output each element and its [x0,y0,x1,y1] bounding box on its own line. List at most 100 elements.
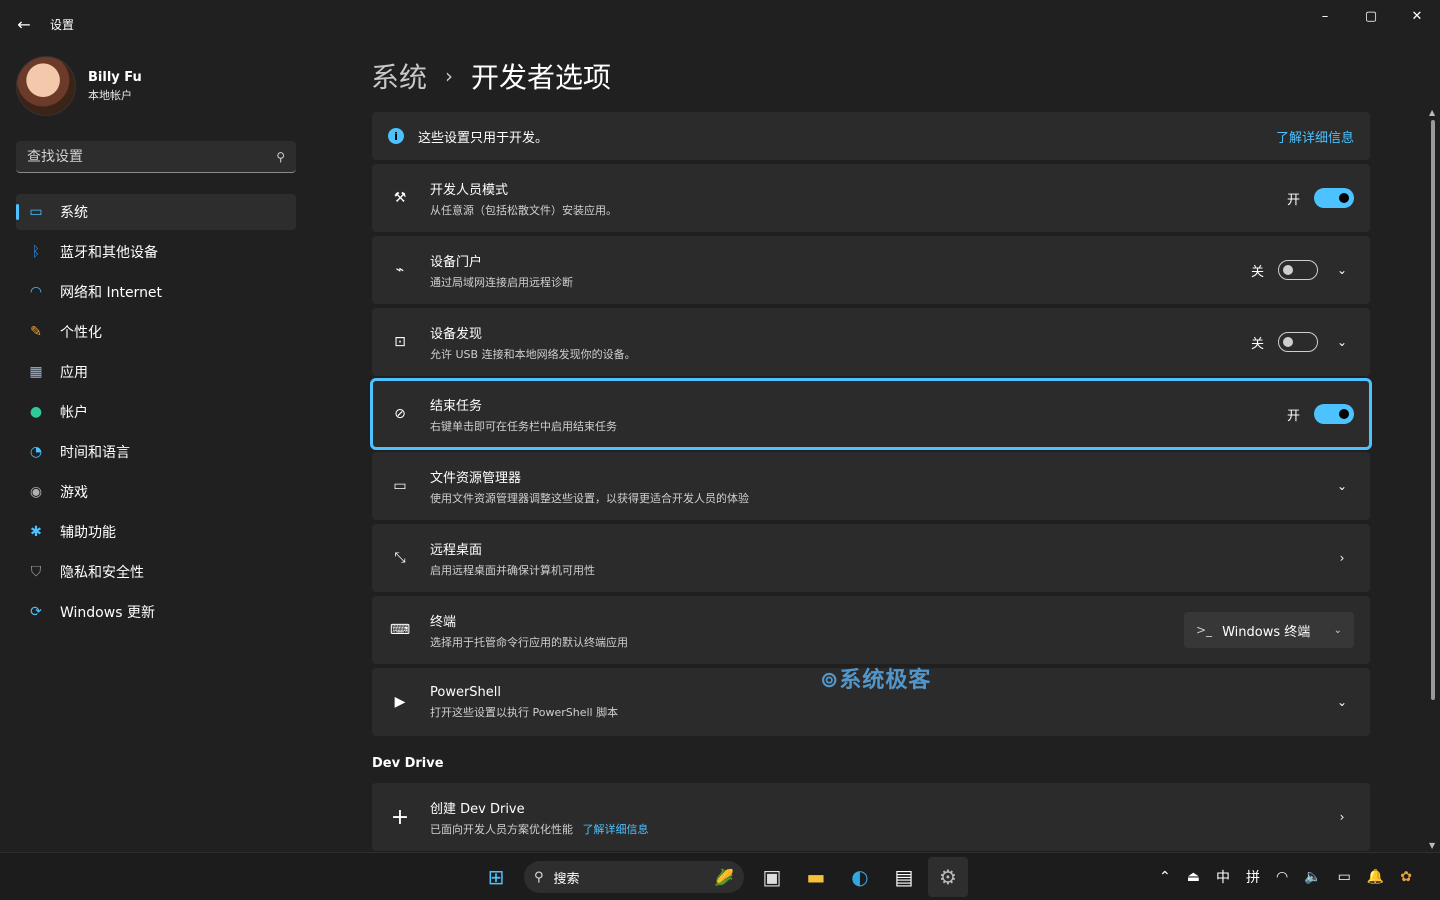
card-title: 开发人员模式 [430,182,509,198]
search-input[interactable] [27,148,277,165]
chevron-down-icon[interactable]: ⌄ [1330,258,1354,282]
card-desc: 启用远程桌面并确保计算机可用性 [430,563,595,577]
chevron-right-icon: › [1339,810,1345,824]
setting-card[interactable]: ⌁ 设备门户 通过局域网连接启用远程诊断 关 ⌄ [372,236,1370,304]
apps-icon: ▦ [29,364,43,380]
terminal-app-icon: >_ [1196,623,1213,637]
file-explorer-icon[interactable]: ▬ [796,857,836,897]
user-profile[interactable]: Billy Fu 本地帐户 [16,56,142,116]
card-title: 远程桌面 [430,542,483,558]
sidebar-item-8[interactable]: ✱ 辅助功能 [16,514,296,550]
usb-icon[interactable]: ⏏ [1187,869,1200,885]
sidebar-item-label: 应用 [60,365,88,381]
volume-icon[interactable]: 🔈 [1304,869,1321,885]
chevron-down-icon[interactable]: ⌄ [1330,690,1354,714]
chevron-down-icon[interactable]: ⌄ [1330,330,1354,354]
accessibility-icon: ✱ [30,524,42,540]
terminal-dropdown[interactable]: >_ Windows 终端 ⌄ [1184,612,1354,648]
maximize-button[interactable]: ▢ [1348,0,1394,32]
toggle-state-label: 开 [1286,408,1300,424]
chevron-up-icon[interactable]: ⌃ [1159,869,1171,885]
sidebar-item-1[interactable]: ᛒ 蓝牙和其他设备 [16,234,296,270]
dev-drive-learn-more-link[interactable]: 了解详细信息 [583,823,649,836]
app-title: 设置 [50,18,75,32]
dev-tools-icon: ⚒ [393,190,407,206]
sidebar-item-0[interactable]: ▭ 系统 [16,194,296,230]
toggle-switch[interactable] [1314,188,1354,208]
settings-icon[interactable]: ⚙ [928,857,968,897]
plus-icon: + [390,804,410,830]
system-icon: ▭ [29,204,43,220]
scrollbar[interactable]: ▲ ▼ [1428,108,1438,850]
sidebar-item-4[interactable]: ▦ 应用 [16,354,296,390]
toggle-switch[interactable] [1278,260,1318,280]
card-desc: 打开这些设置以执行 PowerShell 脚本 [430,705,619,719]
back-button[interactable]: ← [10,10,38,38]
sidebar-item-5[interactable]: ● 帐户 [16,394,296,430]
sidebar-item-10[interactable]: ⟳ Windows 更新 [16,594,296,630]
copilot-icon[interactable]: ✿ [1400,869,1412,885]
ime-pinyin[interactable]: 拼 [1246,867,1260,887]
card-desc: 使用文件资源管理器调整这些设置，以获得更适合开发人员的体验 [430,491,749,505]
terminal-icon: ⌨ [389,622,411,638]
toggle-switch[interactable] [1278,332,1318,352]
info-text: 这些设置只用于开发。 [418,130,549,146]
sidebar-item-label: 游戏 [60,485,88,501]
toggle-state-label: 关 [1250,264,1264,280]
search-icon[interactable]: ⚲ [276,150,285,164]
setting-card[interactable]: ⤡ 远程桌面 启用远程桌面并确保计算机可用性 › [372,524,1370,592]
chevron-down-icon: ⌄ [1333,624,1342,636]
chevron-right-icon[interactable]: › [1330,546,1354,570]
sidebar-item-label: 隐私和安全性 [60,565,144,581]
breadcrumb-separator: › [445,64,454,88]
page-title: 开发者选项 [471,61,612,94]
sidebar-item-3[interactable]: ✎ 个性化 [16,314,296,350]
scroll-down-icon[interactable]: ▼ [1429,841,1435,850]
taskbar-search-label: 搜索 [553,871,580,887]
chevron-down-icon[interactable]: ⌄ [1330,474,1354,498]
scroll-thumb[interactable] [1431,120,1435,700]
ime-mode[interactable]: 中 [1216,867,1230,887]
start-icon[interactable]: ⊞ [476,857,516,897]
sidebar-item-9[interactable]: ⛉ 隐私和安全性 [16,554,296,590]
task-view-icon[interactable]: ▣ [752,857,792,897]
scroll-up-icon[interactable]: ▲ [1429,108,1435,117]
setting-card[interactable]: ⚒ 开发人员模式 从任意源（包括松散文件）安装应用。 开 [372,164,1370,232]
notification-bell-icon[interactable]: 🔔 [1367,869,1384,885]
wifi-icon: ◠ [29,284,43,300]
dropdown-value: Windows 终端 [1222,624,1311,640]
clock-globe-icon: ◔ [29,444,43,460]
search-highlight-icon: 🌽 [714,867,734,887]
setting-card[interactable]: ▭ 文件资源管理器 使用文件资源管理器调整这些设置，以获得更适合开发人员的体验 ⌄ [372,452,1370,520]
card-title: 创建 Dev Drive [430,801,525,817]
dev-drive-section-title: Dev Drive [372,756,444,771]
minimize-button[interactable]: – [1302,0,1348,32]
learn-more-link[interactable]: 了解详细信息 [1276,127,1354,146]
setting-card[interactable]: ⊡ 设备发现 允许 USB 连接和本地网络发现你的设备。 关 ⌄ [372,308,1370,376]
avatar [16,56,76,116]
sidebar-item-2[interactable]: ◠ 网络和 Internet [16,274,296,310]
setting-card[interactable]: ⊘ 结束任务 右键单击即可在任务栏中启用结束任务 开 [370,378,1372,450]
card-desc: 从任意源（包括松散文件）安装应用。 [430,203,617,217]
wifi-icon[interactable]: ◠ [1276,869,1288,885]
toggle-switch[interactable] [1314,404,1354,424]
powershell-icon: ▶ [394,694,406,710]
breadcrumb-parent[interactable]: 系统 [371,56,427,96]
title-bar: ← 设置 – ▢ ✕ [0,0,1440,48]
dev-drive-card[interactable]: + 创建 Dev Drive 已面向开发人员方案优化性能 了解详细信息 › [372,783,1370,851]
folder-icon: ▭ [393,478,407,494]
info-icon: i [388,128,404,144]
card-title: 设备门户 [430,254,483,270]
profile-name: Billy Fu [88,69,142,85]
setting-card[interactable]: ⌨ 终端 选择用于托管命令行应用的默认终端应用 >_ Windows 终端 ⌄ [372,596,1370,664]
close-button[interactable]: ✕ [1394,0,1440,32]
sidebar-item-7[interactable]: ◉ 游戏 [16,474,296,510]
taskbar-search[interactable]: ⚲ 搜索 🌽 [524,861,744,893]
battery-icon[interactable]: ▭ [1338,869,1351,885]
store-icon[interactable]: ▤ [884,857,924,897]
sidebar-item-label: 时间和语言 [60,445,130,461]
edge-icon[interactable]: ◐ [840,857,880,897]
card-desc: 允许 USB 连接和本地网络发现你的设备。 [430,347,636,361]
settings-search: ⚲ [16,141,296,173]
sidebar-item-6[interactable]: ◔ 时间和语言 [16,434,296,470]
